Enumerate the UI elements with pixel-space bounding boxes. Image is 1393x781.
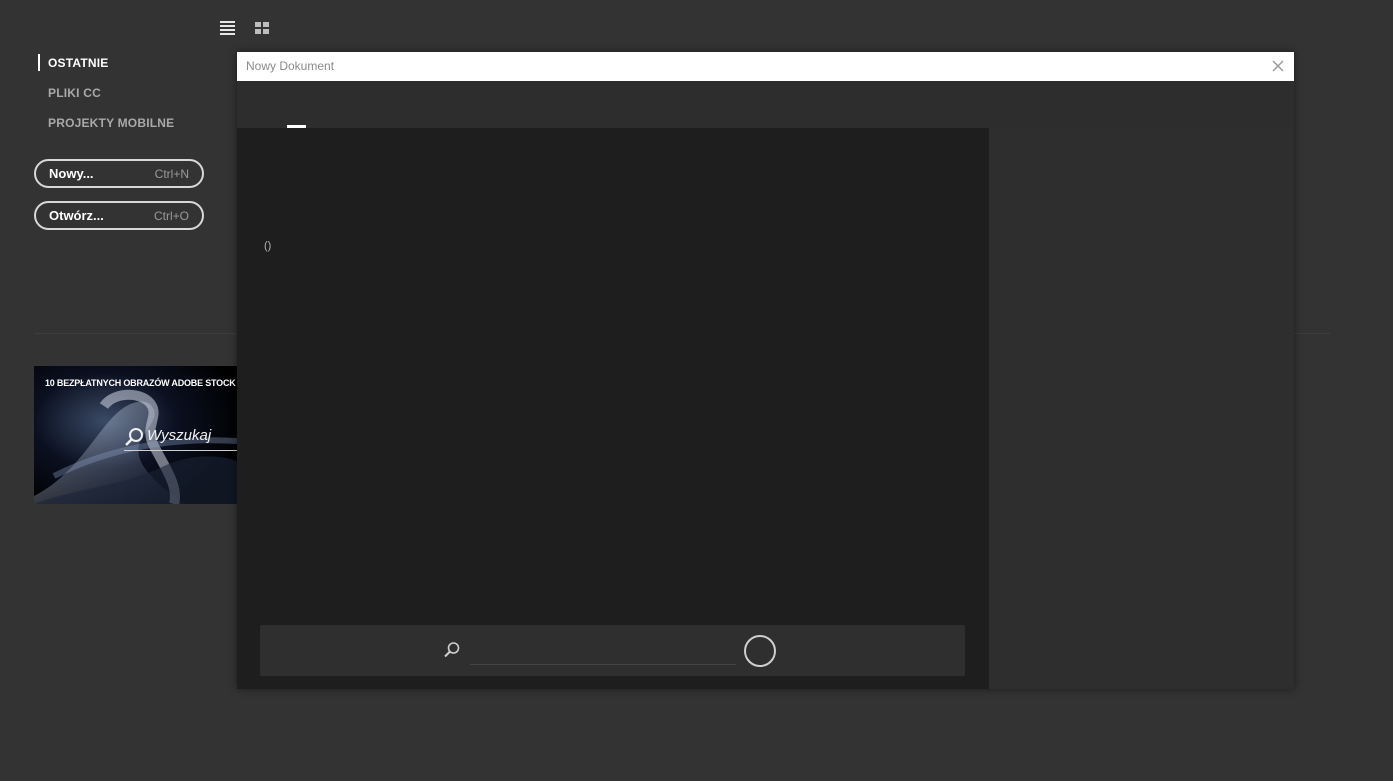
stock-banner-title: 10 BEZPŁATNYCH OBRAZÓW ADOBE STOCK	[45, 378, 236, 388]
grid-view-icon[interactable]	[254, 20, 272, 38]
nav-item-recent[interactable]: OSTATNIE	[38, 54, 218, 84]
nav-item-mobile-projects[interactable]: PROJEKTY MOBILNE	[38, 114, 218, 144]
open-button-label: Otwórz...	[49, 208, 104, 223]
stock-search-label: Wyszukaj	[147, 427, 212, 444]
close-icon[interactable]	[1270, 58, 1286, 74]
nav-item-cc-files[interactable]: PLIKI CC	[38, 84, 218, 114]
stock-search-input[interactable]	[470, 638, 736, 665]
new-button-label: Nowy...	[49, 166, 94, 181]
preset-details-panel	[989, 128, 1294, 689]
stock-search-row[interactable]: Wyszukaj	[124, 424, 237, 451]
search-icon	[125, 428, 143, 446]
dialog-titlebar: Nowy Dokument	[237, 52, 1294, 81]
app-window: OSTATNIE PLIKI CC PROJEKTY MOBILNE Nowy.…	[0, 0, 1393, 781]
preset-list-area: ()	[237, 128, 989, 689]
new-document-dialog: Nowy Dokument ()	[237, 52, 1294, 689]
new-button[interactable]: Nowy... Ctrl+N	[34, 159, 204, 188]
preset-count: ()	[264, 240, 272, 252]
open-button[interactable]: Otwórz... Ctrl+O	[34, 201, 204, 230]
search-go-button[interactable]	[744, 635, 776, 667]
adobe-stock-banner[interactable]: 10 BEZPŁATNYCH OBRAZÓW ADOBE STOCK Wyszu…	[34, 366, 237, 504]
open-button-shortcut: Ctrl+O	[153, 208, 189, 223]
search-icon	[444, 642, 460, 658]
left-nav: OSTATNIE PLIKI CC PROJEKTY MOBILNE	[38, 54, 218, 144]
list-view-icon[interactable]	[220, 20, 238, 38]
new-button-shortcut: Ctrl+N	[154, 166, 189, 181]
dialog-tab-bar	[237, 81, 1294, 128]
stock-search-bar	[260, 625, 965, 676]
dialog-title: Nowy Dokument	[246, 59, 335, 73]
